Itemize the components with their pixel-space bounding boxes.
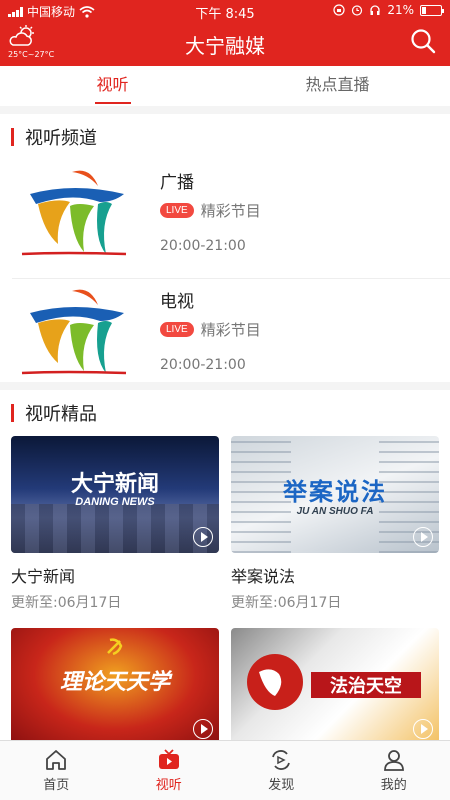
- channel-time: 20:00-21:00: [160, 238, 246, 254]
- nav-mine[interactable]: 我的: [338, 741, 450, 800]
- nav-label: 我的: [380, 778, 407, 793]
- tv-icon: [158, 749, 179, 769]
- section-title: 视听频道: [25, 128, 97, 149]
- user-icon: [383, 750, 404, 771]
- tab-label: 视听: [96, 75, 129, 94]
- daning-logo: [21, 289, 127, 375]
- nav-label: 视听: [155, 778, 182, 793]
- program-card-daning-news[interactable]: 大宁新闻 DANING NEWS 大宁新闻 更新至:06月17日: [11, 436, 219, 628]
- live-badge: LIVE: [160, 322, 194, 337]
- live-badge: LIVE: [160, 203, 194, 218]
- program-title: 举案说法: [231, 567, 296, 586]
- nav-label: 首页: [43, 778, 70, 793]
- battery-percent: 21%: [387, 3, 414, 17]
- play-icon[interactable]: [193, 527, 213, 547]
- tab-shiting[interactable]: 视听: [0, 66, 225, 106]
- bottom-nav: 首页 视听 发现 我的: [0, 740, 450, 800]
- channel-desc: 精彩节目: [200, 321, 261, 339]
- section-header: 视听频道: [0, 114, 450, 160]
- tab-label: 热点直播: [305, 75, 370, 94]
- daning-logo: [21, 170, 127, 256]
- channel-item-tv[interactable]: 电视 LIVE 精彩节目 20:00-21:00: [12, 278, 450, 396]
- channel-name: 广播: [160, 173, 194, 193]
- channels-section: 视听频道 广播 LIVE 精彩节目 20:00-21:00 电视 LIVE 精彩…: [0, 114, 450, 382]
- program-card-juan-shuofa[interactable]: 举案说法 JU AN SHUO FA 举案说法 更新至:06月17日: [231, 436, 439, 628]
- channel-name: 电视: [160, 292, 194, 312]
- play-icon[interactable]: [193, 719, 213, 739]
- app-title: 大宁融媒: [185, 34, 265, 58]
- thumb-title: 理论天天学: [59, 670, 170, 695]
- status-bar: 中国移动 下午 8:45 21%: [0, 0, 450, 22]
- program-card-legal-sky[interactable]: 法治天空: [231, 628, 439, 740]
- home-icon: [46, 750, 67, 770]
- program-update: 更新至:06月17日: [231, 595, 342, 611]
- party-emblem-icon: [107, 638, 123, 656]
- tab-hot-live[interactable]: 热点直播: [225, 66, 450, 106]
- section-header: 视听精品: [0, 390, 450, 436]
- live-row: LIVE 精彩节目: [160, 319, 261, 340]
- top-bar: 中国移动 下午 8:45 21% 25°C~27°C 大宁融媒: [0, 0, 450, 66]
- nav-shiting[interactable]: 视听: [113, 741, 226, 800]
- program-thumbnail: 理论天天学: [11, 628, 219, 740]
- nav-label: 发现: [268, 778, 295, 793]
- discover-icon: [272, 750, 291, 770]
- tab-active-indicator: [94, 102, 131, 104]
- program-thumbnail: 大宁新闻 DANING NEWS: [11, 436, 219, 553]
- section-accent-bar: [11, 404, 14, 422]
- thumb-title: 法治天空: [311, 672, 421, 698]
- live-row: LIVE 精彩节目: [160, 200, 261, 221]
- section-title: 视听精品: [25, 404, 97, 425]
- tab-bar: 视听 热点直播: [0, 66, 450, 106]
- nav-home[interactable]: 首页: [0, 741, 113, 800]
- lock-rotation-icon: [333, 4, 345, 16]
- premium-grid: 大宁新闻 DANING NEWS 大宁新闻 更新至:06月17日 举案说法 JU…: [0, 436, 450, 740]
- search-icon[interactable]: [410, 28, 436, 54]
- program-thumbnail: 法治天空: [231, 628, 439, 740]
- alarm-icon: [352, 5, 363, 16]
- headphones-icon: [370, 5, 380, 15]
- thumb-subtitle: JU AN SHUO FA: [296, 506, 374, 517]
- thumb-title: 举案说法: [283, 478, 387, 506]
- program-title: 大宁新闻: [11, 567, 76, 586]
- section-accent-bar: [11, 128, 14, 146]
- channel-item-radio[interactable]: 广播 LIVE 精彩节目 20:00-21:00: [0, 160, 450, 278]
- nav-discover[interactable]: 发现: [225, 741, 338, 800]
- channel-time: 20:00-21:00: [160, 357, 246, 373]
- battery-icon: [420, 4, 444, 16]
- thumb-subtitle: DANING NEWS: [75, 496, 155, 508]
- program-thumbnail: 举案说法 JU AN SHUO FA: [231, 436, 439, 553]
- program-update: 更新至:06月17日: [11, 595, 122, 611]
- premium-section: 视听精品 大宁新闻 DANING NEWS 大宁新闻 更新至:06月17日 举案…: [0, 390, 450, 740]
- program-card-theory[interactable]: 理论天天学: [11, 628, 219, 740]
- channel-desc: 精彩节目: [200, 202, 261, 220]
- play-icon[interactable]: [413, 527, 433, 547]
- globe-icon: [247, 654, 303, 710]
- play-icon[interactable]: [413, 719, 433, 739]
- thumb-title: 大宁新闻: [70, 472, 159, 497]
